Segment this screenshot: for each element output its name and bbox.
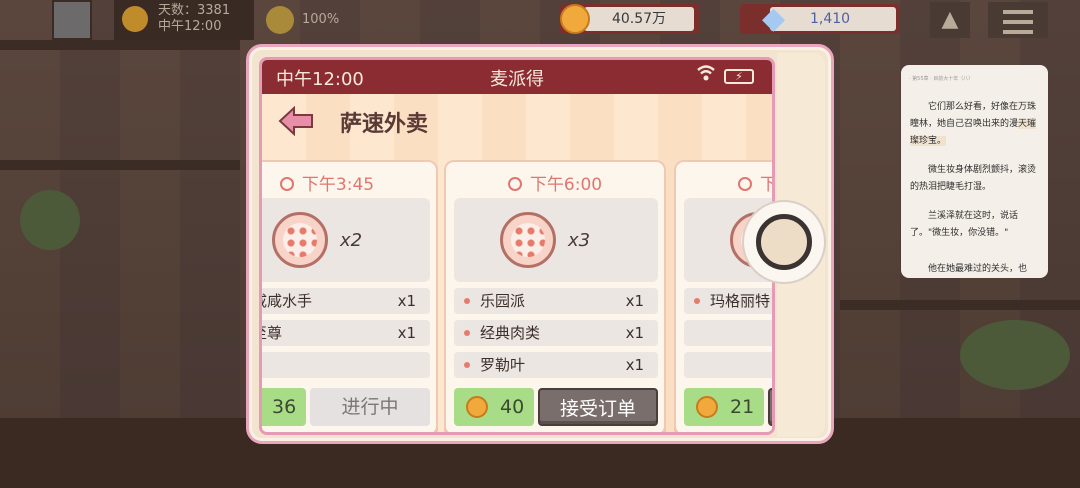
coin-icon xyxy=(560,4,590,34)
reward-badge: 36 xyxy=(259,388,306,426)
in-progress-button[interactable]: 进行中 xyxy=(310,388,430,426)
bullet-icon xyxy=(464,298,470,304)
mood-panel: 100% xyxy=(262,2,352,38)
reader-overlay[interactable]: · 第55章 · 目前大十年（八） 它们那么好看，好像在万珠瞳林，她自己召唤出来… xyxy=(901,65,1048,278)
bullet-icon xyxy=(464,330,470,336)
status-bar: 中午12:00 麦派得 ⚡ xyxy=(262,60,772,94)
order-time: 下午3:45 xyxy=(262,170,436,195)
gem-value: 1,410 xyxy=(770,7,896,31)
plant xyxy=(960,320,1070,390)
order-item: 至尊 x1 xyxy=(262,320,430,346)
bullet-icon xyxy=(464,362,470,368)
sun-icon xyxy=(122,6,148,32)
pizza-icon xyxy=(272,212,328,268)
order-item: 经典肉类 x1 xyxy=(454,320,658,346)
collapse-up-button[interactable]: ▲ xyxy=(930,2,970,38)
accept-order-button[interactable] xyxy=(768,388,772,426)
coin-icon xyxy=(696,396,718,418)
page-header: 萨速外卖 xyxy=(262,94,772,148)
order-time: 下午6:00 xyxy=(446,170,664,195)
coin-icon xyxy=(259,396,260,418)
back-arrow-icon[interactable] xyxy=(278,106,314,136)
orders-list[interactable]: 下午3:45 x2 咸咸水手 x1 至尊 x1 xyxy=(259,148,772,432)
reader-paragraph: 它们那么好看，好像在万珠瞳林，她自己召唤出来的漫天璀璨珍宝。 xyxy=(910,102,1037,146)
assist-circle-icon xyxy=(756,214,812,270)
coin-icon xyxy=(466,396,488,418)
order-card[interactable]: 下午3:45 x2 咸咸水手 x1 至尊 x1 xyxy=(259,160,438,432)
shelf xyxy=(840,300,1080,310)
gem-counter[interactable]: 1,410 ◆ xyxy=(740,1,900,36)
pizza-summary: x3 xyxy=(454,198,658,282)
plant xyxy=(20,190,80,250)
order-item: 玛格丽特 xyxy=(684,288,772,314)
wifi-icon xyxy=(696,64,716,87)
menu-line xyxy=(1003,30,1033,34)
day-counter: 天数：3381 xyxy=(158,3,231,18)
menu-button[interactable] xyxy=(988,2,1048,38)
accept-order-button[interactable]: 接受订单 xyxy=(538,388,658,426)
coin-value: 40.57万 xyxy=(584,7,694,31)
order-time: 下 xyxy=(676,170,772,195)
diamond-icon: ◆ xyxy=(762,1,786,36)
order-card[interactable]: 下午6:00 x3 乐园派 x1 经典肉类 x1 罗勒叶 x1 40 接受订单 xyxy=(444,160,666,432)
menu-line xyxy=(1003,10,1033,14)
reader-paragraph: 兰溪泽就在这时，说话了。"微生妆，你没错。" xyxy=(910,211,1019,238)
phone-screen: 中午12:00 麦派得 ⚡ 萨速外卖 下午3:45 x2 咸水手 x1 尊 x1… xyxy=(259,57,775,435)
reward-badge: 40 xyxy=(454,388,534,426)
order-card[interactable]: 下 玛格丽特 21 xyxy=(674,160,772,432)
order-item-empty xyxy=(262,352,430,378)
menu-line xyxy=(1003,20,1033,24)
pizza-summary: x2 xyxy=(262,198,430,282)
pizza-quantity: x2 xyxy=(340,230,363,251)
order-item: 罗勒叶 x1 xyxy=(454,352,658,378)
shelf xyxy=(0,160,240,170)
coin-counter[interactable]: 40.57万 xyxy=(560,4,700,34)
reader-paragraph: 他在她最难过的关头，也 xyxy=(928,264,1028,274)
order-item-empty xyxy=(684,352,772,378)
shelf xyxy=(0,40,240,50)
reader-paragraph: 微生妆身体剧烈颤抖，滚烫的热泪把睫毛打湿。 xyxy=(910,165,1037,192)
battery-icon: ⚡ xyxy=(724,69,754,84)
order-item-empty xyxy=(684,320,772,346)
day-time-panel: 天数：3381 中午12:00 xyxy=(114,0,254,40)
clock-icon xyxy=(507,177,522,191)
pizza-icon xyxy=(500,212,556,268)
reward-badge: 21 xyxy=(684,388,764,426)
floating-assist-button[interactable] xyxy=(742,200,826,284)
clock-time: 中午12:00 xyxy=(158,19,222,34)
order-item: 乐园派 x1 xyxy=(454,288,658,314)
clock-icon xyxy=(738,177,752,191)
page-title: 萨速外卖 xyxy=(340,112,429,137)
bullet-icon xyxy=(694,298,700,304)
order-item: 咸咸水手 x1 xyxy=(262,288,430,314)
player-avatar[interactable] xyxy=(52,0,92,40)
smiley-icon xyxy=(266,6,294,34)
reader-header: · 第55章 · 目前大十年（八） xyxy=(909,76,974,82)
pizza-quantity: x3 xyxy=(568,230,591,251)
clock-icon xyxy=(279,177,294,191)
mood-value: 100% xyxy=(302,12,340,27)
